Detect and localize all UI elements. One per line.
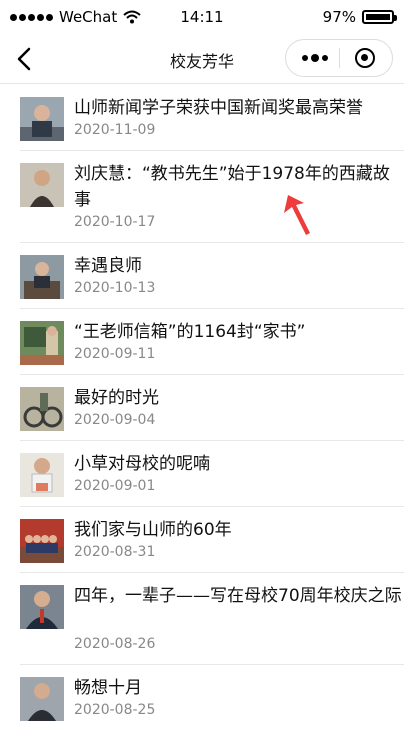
article-thumbnail (20, 677, 64, 721)
battery-group: 97% (322, 8, 397, 26)
article-list: 山师新闻学子荣获中国新闻奖最高荣誉 2020-11-09 刘庆慧：“教书先生”始… (0, 85, 404, 731)
list-item[interactable]: 刘庆慧：“教书先生”始于1978年的西藏故事 2020-10-17 (20, 151, 404, 243)
article-title: 我们家与山师的60年 (74, 520, 232, 540)
article-title: 刘庆慧：“教书先生”始于1978年的西藏故事 (74, 164, 390, 210)
article-thumbnail (20, 321, 64, 365)
article-date: 2020-08-31 (74, 544, 156, 560)
article-thumbnail (20, 255, 64, 299)
article-thumbnail (20, 519, 64, 563)
close-mini-program-icon[interactable] (355, 48, 375, 68)
status-bar: WeChat 14:11 97% (0, 0, 404, 34)
article-date: 2020-10-17 (74, 214, 156, 230)
article-title: 最好的时光 (74, 388, 159, 408)
article-title: “王老师信箱”的1164封“家书” (74, 322, 306, 342)
article-date: 2020-09-04 (74, 412, 156, 428)
article-date: 2020-10-13 (74, 280, 156, 296)
article-title: 小草对母校的呢喃 (74, 454, 210, 474)
article-date: 2020-09-01 (74, 478, 156, 494)
article-thumbnail (20, 387, 64, 431)
annotation-arrow-icon (284, 195, 310, 235)
article-date: 2020-09-11 (74, 346, 156, 362)
battery-percent: 97% (322, 8, 356, 26)
battery-icon (362, 10, 397, 24)
article-thumbnail (20, 163, 64, 207)
list-item[interactable]: 小草对母校的呢喃 2020-09-01 (20, 441, 404, 507)
list-item[interactable]: 最好的时光 2020-09-04 (20, 375, 404, 441)
article-title: 山师新闻学子荣获中国新闻奖最高荣誉 (74, 98, 363, 118)
more-icon[interactable] (302, 54, 328, 62)
article-title: 畅想十月 (74, 678, 142, 698)
list-item[interactable]: 幸遇良师 2020-10-13 (20, 243, 404, 309)
article-date: 2020-08-25 (74, 702, 156, 718)
article-thumbnail (20, 585, 64, 629)
article-date: 2020-08-26 (74, 636, 156, 652)
article-date: 2020-11-09 (74, 122, 156, 138)
article-title: 幸遇良师 (74, 256, 142, 276)
article-title: 四年，一辈子——写在母校70周年校庆之际 (74, 586, 402, 606)
list-item[interactable]: 畅想十月 2020-08-25 (20, 665, 404, 731)
list-item[interactable]: 四年，一辈子——写在母校70周年校庆之际 2020-08-26 (20, 573, 404, 665)
list-item[interactable]: 我们家与山师的60年 2020-08-31 (20, 507, 404, 573)
capsule-divider (339, 48, 340, 68)
nav-bar: 校友芳华 (0, 34, 404, 84)
mini-program-capsule (285, 39, 393, 77)
list-item[interactable]: “王老师信箱”的1164封“家书” 2020-09-11 (20, 309, 404, 375)
list-item[interactable]: 山师新闻学子荣获中国新闻奖最高荣誉 2020-11-09 (20, 85, 404, 151)
article-thumbnail (20, 97, 64, 141)
article-thumbnail (20, 453, 64, 497)
